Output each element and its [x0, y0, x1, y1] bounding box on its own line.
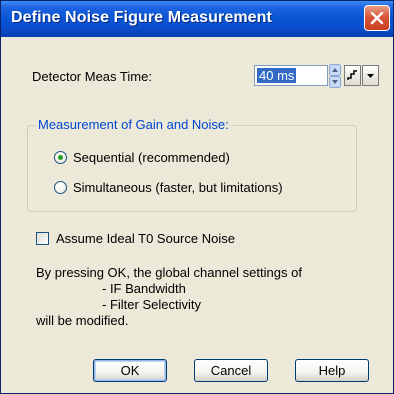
dropdown-button[interactable] [362, 65, 379, 86]
gain-noise-group-title: Measurement of Gain and Noise: [36, 117, 231, 132]
simultaneous-radio[interactable] [54, 181, 67, 194]
title-bar[interactable]: Define Noise Figure Measurement [1, 1, 393, 37]
spin-arrows-icon [329, 64, 341, 88]
sequential-radio-label[interactable]: Sequential (recommended) [73, 150, 230, 165]
info-line: - IF Bandwidth [102, 281, 186, 296]
info-line: - Filter Selectivity [102, 297, 201, 312]
sequential-radio[interactable] [54, 151, 67, 164]
ok-button[interactable]: OK [93, 359, 167, 382]
help-button[interactable]: Help [295, 359, 369, 382]
close-icon [370, 11, 384, 25]
detector-meas-time-value: 40 ms [257, 68, 297, 83]
simultaneous-radio-label[interactable]: Simultaneous (faster, but limitations) [73, 180, 283, 195]
assume-ideal-t0-label[interactable]: Assume Ideal T0 Source Noise [56, 231, 235, 246]
cancel-button[interactable]: Cancel [194, 359, 268, 382]
step-button[interactable] [344, 65, 361, 86]
detector-meas-time-input[interactable]: 40 ms [254, 65, 328, 86]
info-line: By pressing OK, the global channel setti… [36, 265, 302, 280]
assume-ideal-t0-checkbox[interactable] [36, 232, 49, 245]
step-icon [347, 70, 357, 80]
radio-selected-dot [58, 155, 63, 160]
detector-meas-time-label: Detector Meas Time: [32, 69, 152, 84]
gain-noise-group [27, 125, 357, 212]
close-button[interactable] [364, 5, 390, 31]
dropdown-arrow-icon [367, 74, 374, 78]
spin-arrows[interactable] [329, 64, 341, 88]
info-line: will be modified. [36, 313, 129, 328]
noise-figure-dialog: Define Noise Figure Measurement Detector… [0, 0, 394, 394]
window-title: Define Noise Figure Measurement [11, 9, 272, 26]
info-text: By pressing OK, the global channel setti… [36, 265, 302, 329]
